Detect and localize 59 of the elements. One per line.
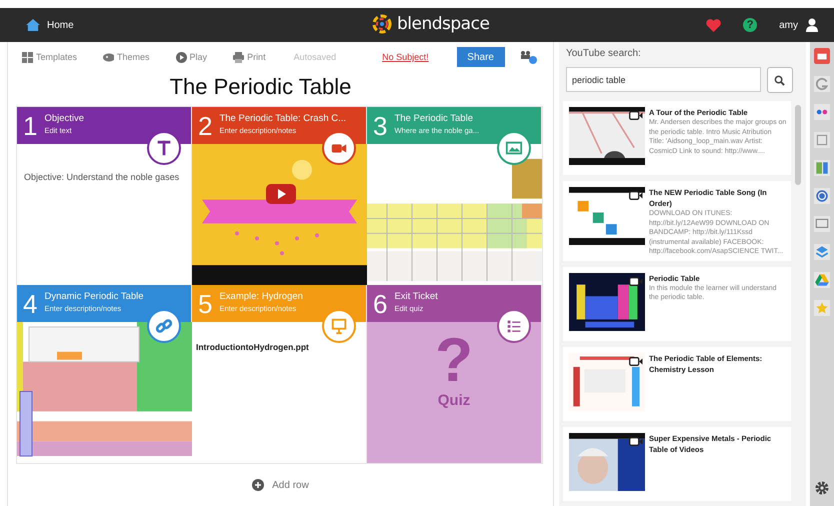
lesson-title: The Periodic Table (168, 74, 352, 100)
question-mark: ? (435, 330, 473, 392)
search-source-icon[interactable] (814, 76, 830, 92)
video-camera-icon (628, 276, 643, 286)
add-row-button[interactable]: Add row (246, 478, 315, 492)
image-icon (505, 139, 523, 157)
collaborators-icon[interactable] (518, 50, 537, 64)
tile-title[interactable]: Objective (44, 112, 84, 125)
tile-text: Objective: Understand the noble gases (24, 172, 180, 182)
user-icon[interactable] (806, 18, 818, 32)
tile-title[interactable]: The Periodic Table: Crash C... (219, 112, 346, 125)
search-icon (774, 74, 786, 86)
toolbar-play-button[interactable]: Play (176, 52, 208, 62)
settings-icon[interactable] (814, 480, 830, 496)
tile-title[interactable]: Exit Ticket (394, 290, 438, 303)
type-icon (155, 139, 173, 157)
tile-number: 4 (23, 289, 38, 319)
video-camera-icon (628, 436, 643, 446)
user-name[interactable]: amy (779, 20, 798, 30)
heart-icon[interactable] (706, 18, 722, 32)
star-icon[interactable] (814, 300, 830, 316)
file-name[interactable]: IntroductiontoHydrogen.ppt (196, 342, 366, 352)
video-camera-icon (628, 111, 643, 120)
dots-icon[interactable] (814, 104, 830, 120)
scrollbar[interactable] (794, 105, 801, 185)
play-icon (176, 52, 187, 62)
logo-icon (372, 14, 392, 34)
plus-icon (252, 479, 264, 491)
home-icon (26, 19, 40, 31)
logo-text: blendspace (397, 14, 490, 34)
video-source-icon[interactable] (814, 48, 830, 64)
chain-link-icon (155, 317, 173, 335)
search-field[interactable]: periodic table (566, 67, 761, 92)
help-button[interactable]: ? (743, 18, 758, 32)
book-icon[interactable] (814, 160, 830, 176)
video-camera-icon (628, 191, 643, 200)
play-button-icon[interactable] (266, 184, 296, 204)
share-button[interactable]: Share (456, 47, 505, 67)
search-button[interactable] (766, 67, 793, 93)
drive-icon[interactable] (814, 272, 830, 288)
subject-link[interactable]: No Subject! (382, 52, 429, 62)
autosave-status: Autosaved (294, 52, 336, 62)
presentation-board-icon (330, 317, 348, 335)
toolbar-print-button[interactable]: Print (233, 52, 266, 62)
home-link[interactable]: Home (26, 19, 74, 31)
tile-title[interactable]: Dynamic Periodic Table (44, 290, 144, 303)
tile-title[interactable]: The Periodic Table (394, 112, 473, 125)
tile-number: 6 (373, 289, 388, 319)
quiz-label: Quiz (438, 392, 470, 409)
toolbar-templates-button[interactable]: Templates (22, 52, 78, 62)
video-camera-icon (628, 356, 643, 366)
tile-number: 3 (373, 111, 388, 141)
search-label: YouTube search: (566, 48, 642, 59)
printer-icon (233, 52, 244, 62)
tile-number: 5 (198, 289, 212, 319)
toolbar-themes-button[interactable]: Themes (103, 52, 150, 62)
tile-number: 1 (23, 111, 38, 141)
tile-number: 2 (198, 111, 212, 141)
grid-icon (22, 52, 33, 62)
